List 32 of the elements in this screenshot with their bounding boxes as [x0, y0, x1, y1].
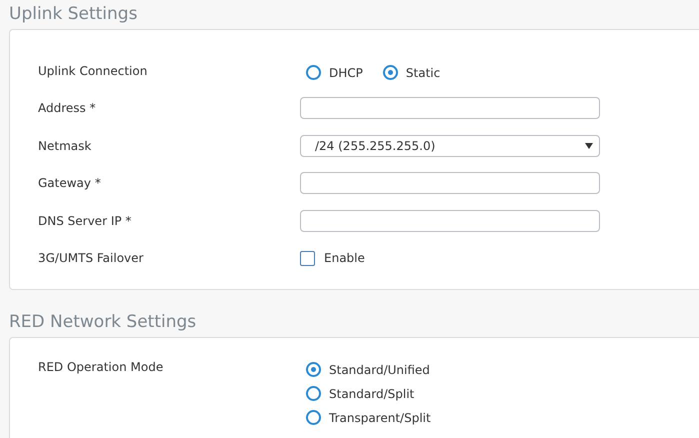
field-label: Uplink Connection: [38, 64, 148, 78]
input-field[interactable]: [300, 210, 600, 232]
radio-option[interactable]: DHCP: [306, 65, 363, 80]
section-title: RED Network Settings: [8, 311, 198, 334]
field-label: 3G/UMTS Failover: [38, 251, 144, 266]
radio-option[interactable]: Standard/Split: [306, 386, 431, 401]
radio-option[interactable]: Standard/Unified: [306, 362, 431, 377]
field-label: Address *: [38, 101, 97, 116]
radio-option[interactable]: Transparent/Split: [306, 410, 431, 425]
input-field[interactable]: [300, 97, 600, 120]
radio-label: Standard/Split: [329, 386, 414, 400]
radio-label: Standard/Unified: [329, 362, 430, 376]
input-field[interactable]: [300, 172, 600, 194]
netmask-dropdown[interactable]: /24 (255.255.255.0): [300, 134, 600, 157]
radio-button[interactable]: [306, 362, 321, 377]
checkbox-label: Enable: [324, 251, 365, 266]
field-label: Netmask: [38, 138, 92, 153]
radio-label: Transparent/Split: [329, 410, 431, 424]
radio-option[interactable]: Static: [382, 65, 440, 80]
field-label: DNS Server IP *: [38, 214, 132, 228]
radio-button[interactable]: [382, 65, 398, 80]
section-title: Uplink Settings: [8, 3, 138, 26]
radio-label: Static: [406, 66, 440, 80]
radio-label: DHCP: [329, 66, 363, 80]
radio-button[interactable]: [306, 386, 321, 401]
checkbox[interactable]: [300, 250, 315, 266]
field-label: Gateway *: [38, 176, 102, 190]
field-label: RED Operation Mode: [38, 360, 164, 374]
radio-button[interactable]: [306, 65, 321, 80]
radio-button[interactable]: [306, 410, 321, 425]
caret-icon: [585, 142, 593, 149]
dropdown-value: /24 (255.255.255.0): [315, 138, 436, 153]
